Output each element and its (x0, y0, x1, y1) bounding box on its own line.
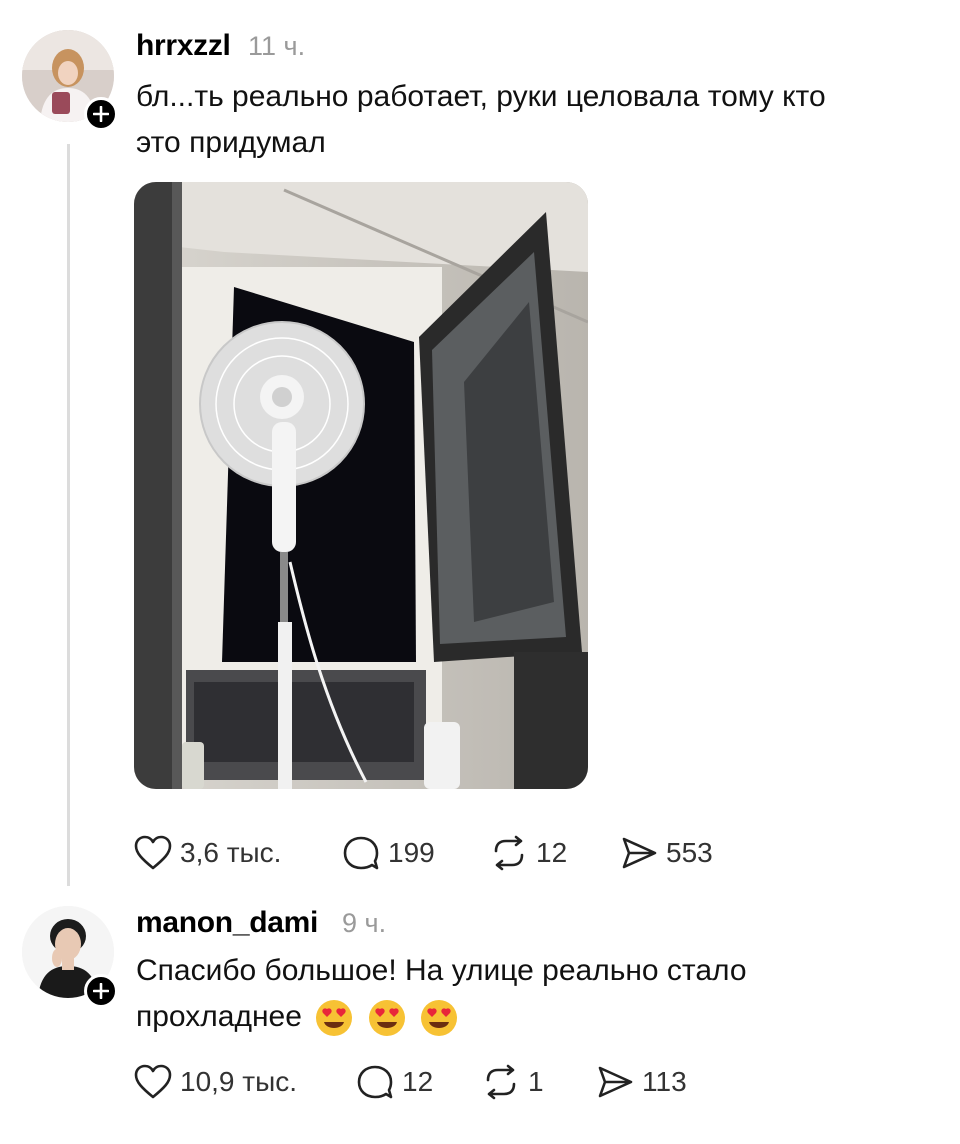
post-text-line-2: прохладнее (136, 1000, 302, 1033)
repost-icon (494, 835, 524, 871)
post-time: 11 ч. (248, 31, 306, 61)
plus-icon (93, 106, 109, 122)
repost-button[interactable]: 12 (490, 833, 567, 873)
follow-button[interactable] (84, 97, 118, 131)
post-1: hrrxzzl 11 ч. бл...ть реально работает, … (0, 0, 960, 890)
send-icon (622, 837, 657, 869)
share-button[interactable]: 553 (620, 833, 713, 873)
repost-count: 12 (536, 837, 568, 868)
heart-eyes-emoji-icon (316, 1000, 353, 1037)
like-button[interactable]: 3,6 тыс. (134, 833, 281, 873)
like-count: 10,9 тыс. (180, 1066, 298, 1097)
post-text-line-2-row: прохладнее (136, 994, 459, 1040)
post-actions: 10,9 тыс. 12 1 113 (134, 1062, 734, 1102)
share-count: 553 (666, 837, 713, 868)
repost-count: 1 (528, 1066, 544, 1097)
post-text-line-2: это придумал (136, 126, 326, 159)
share-count: 113 (642, 1066, 687, 1097)
username[interactable]: hrrxzzl (136, 29, 231, 63)
heart-eyes-emoji-icon (420, 1000, 457, 1037)
post-2: manon_dami 9 ч. Спасибо большое! На улиц… (0, 890, 960, 1144)
send-icon (598, 1066, 633, 1098)
repost-icon (486, 1064, 516, 1100)
post-actions: 3,6 тыс. 199 12 553 (134, 833, 734, 873)
comment-bubble-icon (343, 836, 379, 870)
heart-icon (134, 835, 172, 870)
comment-bubble-icon (357, 1065, 393, 1099)
like-count: 3,6 тыс. (180, 837, 282, 868)
reply-count: 12 (402, 1066, 434, 1097)
follow-button[interactable] (84, 974, 118, 1008)
repost-button[interactable]: 1 (482, 1062, 544, 1102)
heart-icon (134, 1064, 172, 1099)
reply-button[interactable]: 199 (342, 833, 435, 873)
like-button[interactable]: 10,9 тыс. (134, 1062, 297, 1102)
post-text-line-1: Спасибо большое! На улице реально стало (136, 954, 747, 987)
photo-fan-by-window (134, 182, 588, 789)
post-text-line-1: бл...ть реально работает, руки целовала … (136, 80, 826, 113)
post-photo[interactable] (134, 182, 588, 789)
post-time: 9 ч. (342, 908, 387, 938)
heart-eyes-emoji-icon (368, 1000, 405, 1037)
reply-button[interactable]: 12 (356, 1062, 433, 1102)
plus-icon (93, 983, 109, 999)
share-button[interactable]: 113 (596, 1062, 687, 1102)
thread-line (67, 144, 70, 886)
reply-count: 199 (388, 837, 435, 868)
username[interactable]: manon_dami (136, 906, 318, 940)
